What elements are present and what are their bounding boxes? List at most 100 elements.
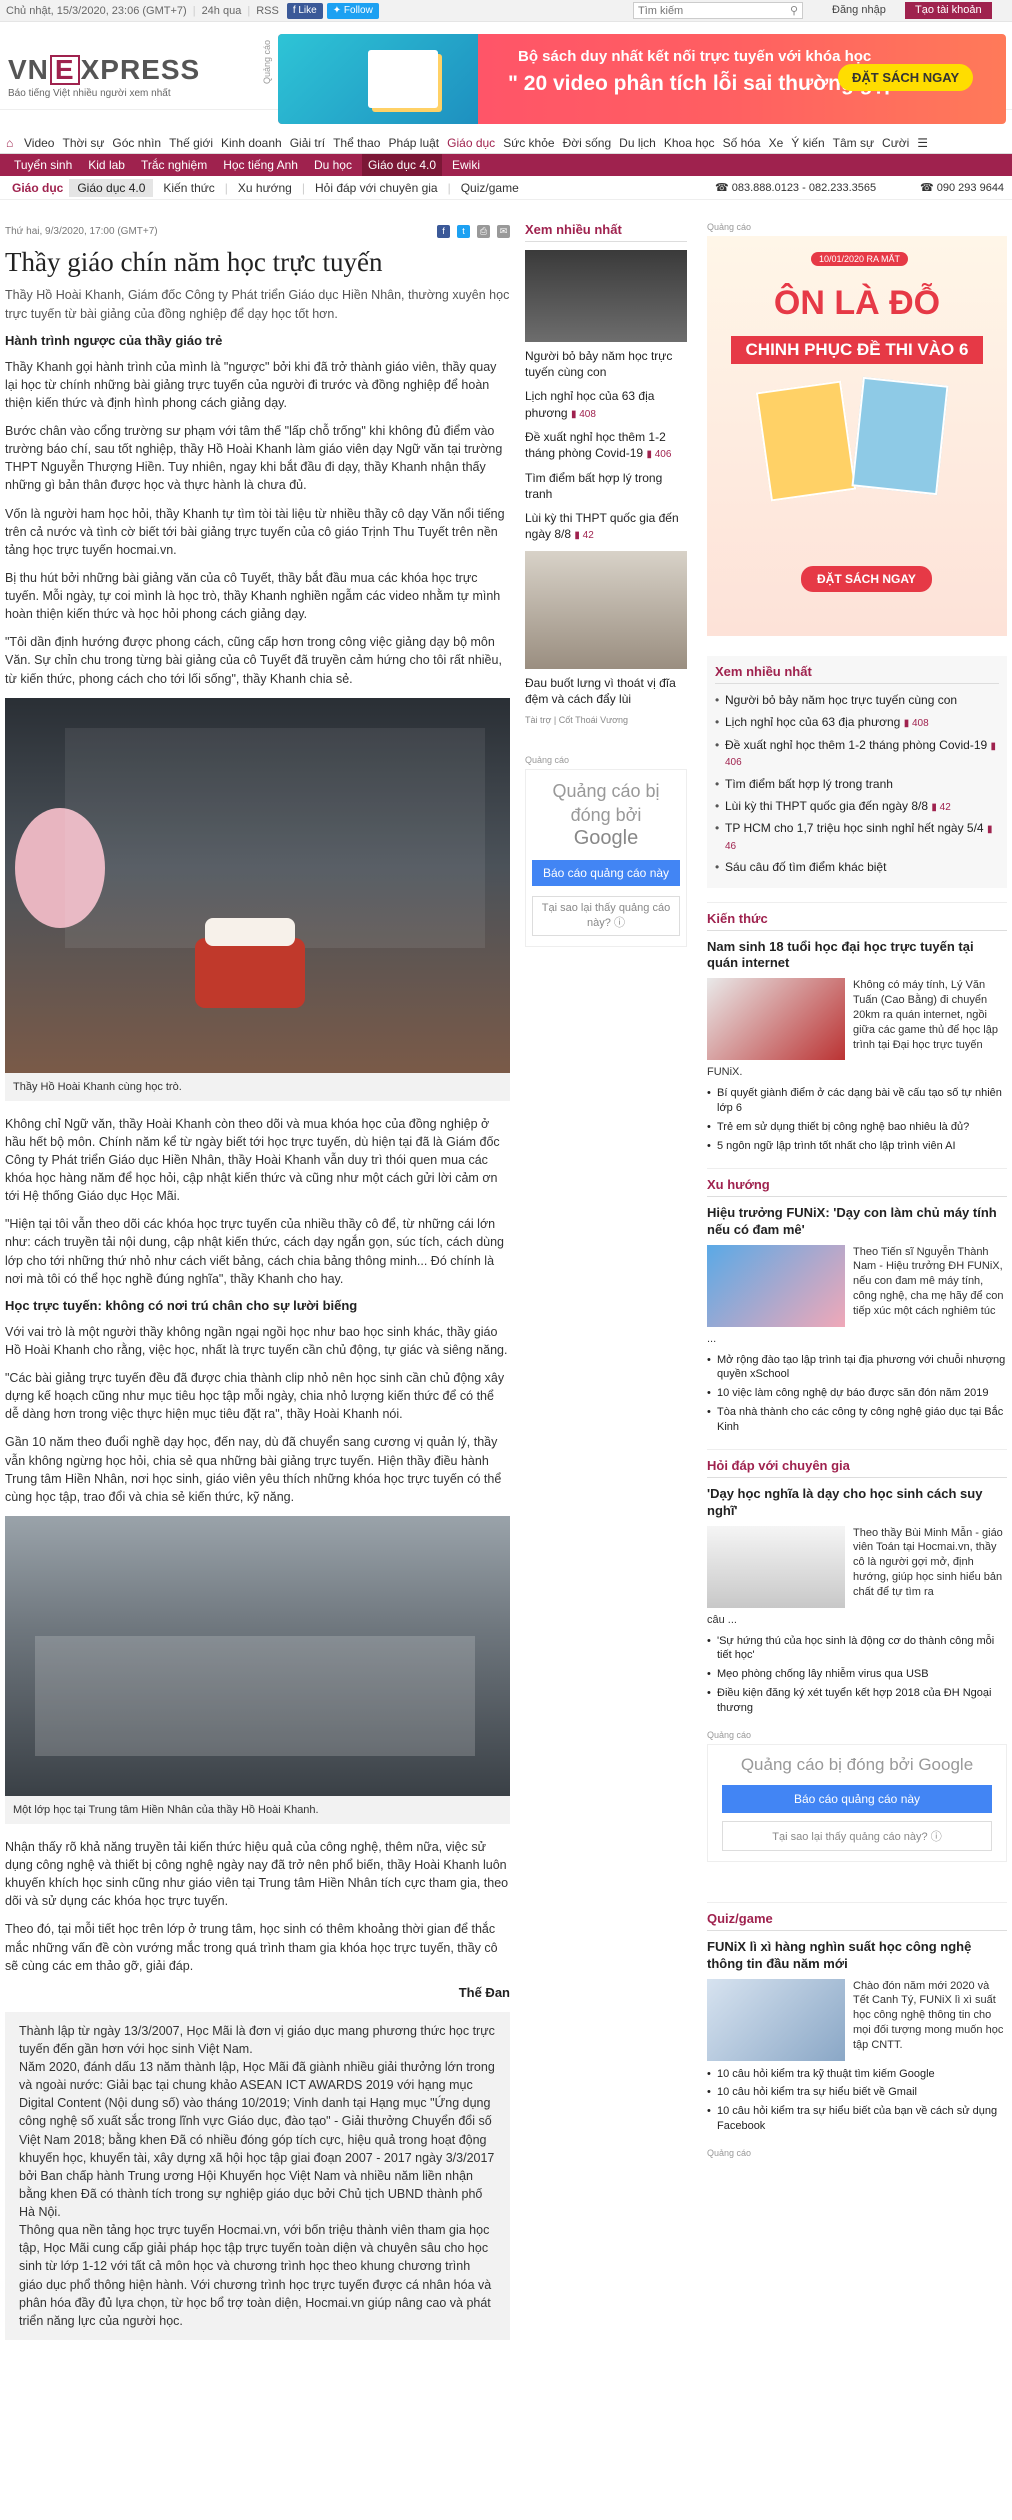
feature-thumbnail[interactable] bbox=[707, 1978, 845, 2061]
book-promo-ad[interactable]: 10/01/2020 RA MẮT ÔN LÀ ĐỖ CHINH PHỤC ĐỀ… bbox=[707, 236, 1007, 636]
most-viewed-item[interactable]: Lùi kỳ thi THPT quốc gia đến ngày 8/8 ▮ … bbox=[715, 798, 999, 815]
breadcrumb-section[interactable]: Giáo dục bbox=[6, 181, 69, 195]
report-ad-button[interactable]: Báo cáo quảng cáo này bbox=[532, 859, 680, 886]
feature-headline[interactable]: 'Dạy học nghĩa là dạy cho học sinh cách … bbox=[707, 1486, 1007, 1520]
related-link[interactable]: 'Sự hứng thú của học sinh là động cơ do … bbox=[707, 1634, 1007, 1664]
promo-cta-button[interactable]: ĐẶT SÁCH NGAY bbox=[801, 566, 932, 592]
subnav-item-giao-duc-40[interactable]: Giáo dục 4.0 bbox=[361, 154, 443, 176]
most-viewed-item[interactable]: Tìm điểm bất hợp lý trong tranh bbox=[525, 470, 687, 502]
site-logo[interactable]: VN E XPRESS bbox=[8, 54, 200, 86]
login-link[interactable]: Đăng nhập bbox=[832, 4, 886, 16]
print-icon[interactable]: ⎙ bbox=[477, 224, 490, 238]
why-ad-button[interactable]: Tại sao lại thấy quảng cáo này? ⓘ bbox=[532, 895, 680, 936]
feature-headline[interactable]: Hiệu trưởng FUNiX: 'Dạy con làm chủ máy … bbox=[707, 1205, 1007, 1239]
facebook-share-icon[interactable]: f bbox=[437, 224, 450, 238]
why-ad-button[interactable]: Tại sao lại thấy quảng cáo này? ⓘ bbox=[722, 1820, 992, 1851]
subnav-item-ewiki[interactable]: Ewiki bbox=[446, 154, 486, 176]
feature-thumbnail[interactable] bbox=[707, 1525, 845, 1608]
nav-item-giao-duc[interactable]: Giáo dục bbox=[447, 136, 495, 150]
related-link[interactable]: Điều kiện đăng ký xét tuyển kết hợp 2018… bbox=[707, 1686, 1007, 1716]
banner-cta-button[interactable]: ĐẶT SÁCH NGAY bbox=[838, 64, 974, 91]
email-icon[interactable]: ✉ bbox=[497, 224, 510, 238]
section-title[interactable]: Kiến thức bbox=[707, 911, 1007, 931]
report-ad-button[interactable]: Báo cáo quảng cáo này bbox=[722, 1784, 992, 1813]
section-title[interactable]: Hỏi đáp với chuyên gia bbox=[707, 1458, 1007, 1478]
twitter-follow-button[interactable]: ✦ Follow bbox=[326, 2, 379, 19]
most-viewed-photo[interactable] bbox=[525, 250, 687, 342]
nav-item-goc-nhin[interactable]: Góc nhìn bbox=[112, 136, 161, 150]
facebook-like-button[interactable]: f Like bbox=[286, 2, 323, 19]
related-link[interactable]: Mẹo phòng chống lây nhiễm virus qua USB bbox=[707, 1667, 1007, 1682]
subnav-item-du-hoc[interactable]: Du học bbox=[308, 154, 358, 176]
most-viewed-item[interactable]: Đề xuất nghỉ học thêm 1-2 tháng phòng Co… bbox=[715, 737, 999, 770]
nav-item-kinh-doanh[interactable]: Kinh doanh bbox=[221, 136, 282, 150]
nav-item-suc-khoe[interactable]: Sức khỏe bbox=[503, 136, 554, 150]
most-viewed-item[interactable]: Lịch nghỉ học của 63 địa phương ▮ 408 bbox=[525, 388, 687, 421]
feature-description: Chào đón năm mới 2020 và Tết Canh Tý, FU… bbox=[853, 1979, 1004, 2051]
most-viewed-item[interactable]: Đề xuất nghỉ học thêm 1-2 tháng phòng Co… bbox=[525, 429, 687, 462]
nav-item-doi-song[interactable]: Đời sống bbox=[563, 136, 612, 150]
nav-item-the-gioi[interactable]: Thế giới bbox=[169, 136, 213, 150]
most-viewed-item[interactable]: Tìm điểm bất hợp lý trong tranh bbox=[715, 776, 999, 792]
subnav-item-trac-nghiem[interactable]: Trắc nghiệm bbox=[135, 154, 213, 176]
search-icon[interactable]: ⚲ bbox=[786, 4, 802, 17]
classroom-photo[interactable] bbox=[5, 1515, 510, 1796]
feature-description: Không có máy tính, Lý Văn Tuấn (Cao Bằng… bbox=[853, 979, 998, 1051]
related-link[interactable]: 10 câu hỏi kiểm tra kỹ thuật tìm kiếm Go… bbox=[707, 2067, 1007, 2082]
crumb-link-hoi-dap[interactable]: Hỏi đáp với chuyên gia bbox=[315, 181, 438, 195]
nav-item-giai-tri[interactable]: Giải trí bbox=[290, 136, 325, 150]
nav-item-video[interactable]: Video bbox=[24, 136, 54, 150]
feature-headline[interactable]: Nam sinh 18 tuổi học đại học trực tuyến … bbox=[707, 939, 1007, 973]
feature-thumbnail[interactable] bbox=[707, 1244, 845, 1327]
register-button[interactable]: Tạo tài khoản bbox=[905, 2, 992, 19]
related-link[interactable]: Mở rộng đào tạo lập trình tại địa phương… bbox=[707, 1353, 1007, 1383]
nav-item-the-thao[interactable]: Thể thao bbox=[333, 136, 380, 150]
most-viewed-item[interactable]: Người bỏ bảy năm học trực tuyến cùng con bbox=[525, 348, 687, 380]
sponsored-photo[interactable] bbox=[525, 550, 687, 669]
crumb-link-xu-huong[interactable]: Xu hướng bbox=[238, 181, 292, 195]
subnav-item-hoc-tieng-anh[interactable]: Học tiếng Anh bbox=[217, 154, 304, 176]
promo-date: 10/01/2020 RA MẮT bbox=[811, 252, 909, 266]
nav-item-xe[interactable]: Xe bbox=[769, 136, 784, 150]
most-viewed-item[interactable]: Sáu câu đố tìm điểm khác biệt bbox=[715, 859, 999, 875]
most-viewed-item[interactable]: Lịch nghỉ học của 63 địa phương ▮ 408 bbox=[715, 714, 999, 731]
nav-item-khoa-hoc[interactable]: Khoa học bbox=[664, 136, 715, 150]
most-viewed-item[interactable]: Lùi kỳ thi THPT quốc gia đến ngày 8/8 ▮ … bbox=[525, 510, 687, 543]
twitter-share-icon[interactable]: t bbox=[457, 224, 470, 238]
section-title[interactable]: Xu hướng bbox=[707, 1177, 1007, 1197]
crumb-link-quiz[interactable]: Quiz/game bbox=[461, 181, 519, 195]
related-link[interactable]: Bí quyết giành điểm ở các dạng bài về cấ… bbox=[707, 1086, 1007, 1116]
rss-link[interactable]: RSS bbox=[256, 5, 279, 17]
most-viewed-item[interactable]: TP HCM cho 1,7 triệu học sinh nghỉ hết n… bbox=[715, 820, 999, 853]
nav-item-du-lich[interactable]: Du lịch bbox=[619, 136, 656, 150]
nav-item-y-kien[interactable]: Ý kiến bbox=[791, 136, 824, 150]
related-link[interactable]: 10 việc làm công nghệ dự báo được săn đó… bbox=[707, 1386, 1007, 1401]
feature-headline[interactable]: FUNiX lì xì hàng nghìn suất học công ngh… bbox=[707, 1939, 1007, 1973]
paragraph: Theo đó, tại mỗi tiết học trên lớp ở tru… bbox=[5, 1922, 498, 1973]
top-banner-ad[interactable]: Bộ sách duy nhất kết nối trực tuyến với … bbox=[278, 34, 1006, 124]
related-link[interactable]: 10 câu hỏi kiểm tra sự hiểu biết về Gmai… bbox=[707, 2085, 1007, 2100]
nav-item-thoi-su[interactable]: Thời sự bbox=[62, 136, 104, 150]
related-link[interactable]: 10 câu hỏi kiểm tra sự hiểu biết của bạn… bbox=[707, 2104, 1007, 2134]
sponsored-link[interactable]: Đau buốt lưng vì thoát vị đĩa đệm và các… bbox=[525, 675, 687, 707]
related-link[interactable]: Tòa nhà thành cho các công ty công nghệ … bbox=[707, 1405, 1007, 1435]
section-title[interactable]: Quiz/game bbox=[707, 1911, 1007, 1931]
teacher-students-photo[interactable] bbox=[5, 697, 510, 1073]
crumb-link-kien-thuc[interactable]: Kiến thức bbox=[163, 181, 214, 195]
related-link[interactable]: 5 ngôn ngữ lập trình tốt nhất cho lập tr… bbox=[707, 1139, 1007, 1154]
nav-item-cuoi[interactable]: Cười bbox=[882, 136, 909, 150]
search-input[interactable] bbox=[634, 4, 786, 17]
home-icon[interactable]: ⌂ bbox=[6, 136, 20, 150]
breadcrumb: Giáo dục Giáo dục 4.0 Kiến thức | Xu hướ… bbox=[0, 176, 1012, 200]
most-viewed-item[interactable]: Người bỏ bảy năm học trực tuyến cùng con bbox=[715, 692, 999, 708]
feature-thumbnail[interactable] bbox=[707, 978, 845, 1061]
related-link[interactable]: Trẻ em sử dụng thiết bị công nghệ bao nh… bbox=[707, 1120, 1007, 1135]
nav-item-tam-su[interactable]: Tâm sự bbox=[833, 136, 874, 150]
subnav-item-kid-lab[interactable]: Kid lab bbox=[82, 154, 131, 176]
breadcrumb-current[interactable]: Giáo dục 4.0 bbox=[69, 178, 154, 197]
menu-icon[interactable]: ☰ bbox=[917, 136, 928, 150]
nav-item-so-hoa[interactable]: Số hóa bbox=[723, 136, 761, 150]
subnav-item-tuyen-sinh[interactable]: Tuyển sinh bbox=[8, 154, 78, 176]
24h-link[interactable]: 24h qua bbox=[202, 5, 242, 17]
nav-item-phap-luat[interactable]: Pháp luật bbox=[388, 136, 439, 150]
